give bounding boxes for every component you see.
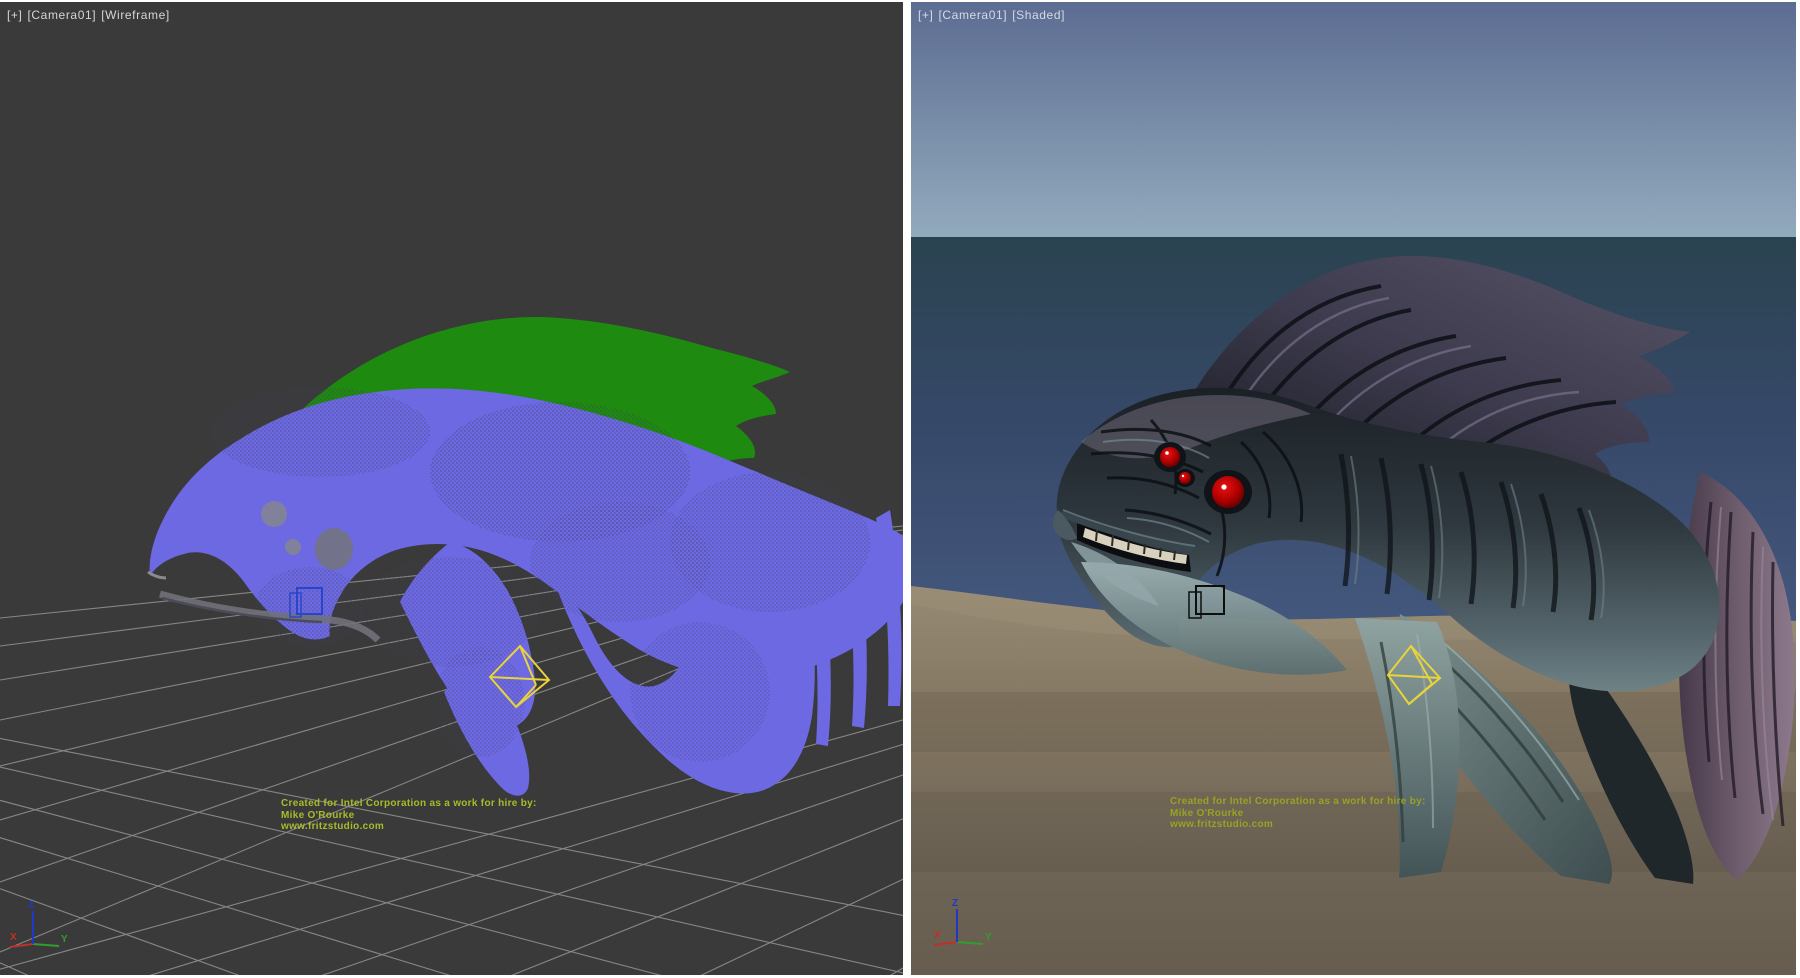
axis-y-label: Y [985,932,992,943]
viewport-menu-shading[interactable]: [Wireframe] [101,8,170,22]
scene-credit-text: Created for Intel Corporation as a work … [1170,796,1426,831]
scene-credit-text: Created for Intel Corporation as a work … [281,798,537,833]
axis-x-label: X [10,932,17,943]
viewport-label-wireframe: [+] [Camera01] [Wireframe] [7,8,175,22]
screenshot-stage: [+] [Camera01] [Wireframe] [0,0,1800,978]
viewport-shaded[interactable]: [+] [Camera01] [Shaded] [911,2,1796,975]
fish-eye-spot [261,501,287,527]
viewport-menu-pov[interactable]: [Camera01] [938,8,1007,22]
viewport-label-shaded: [+] [Camera01] [Shaded] [918,8,1070,22]
axis-y-label: Y [61,934,68,945]
viewport-menu-shading[interactable]: [Shaded] [1012,8,1065,22]
fish-eye-tiny [1179,472,1191,484]
world-axis-tripod: X Y Z [10,900,68,947]
axis-x-label: X [934,930,941,941]
fish-eye-large [1212,476,1244,508]
viewport-menu-general[interactable]: [+] [7,8,22,22]
fish-model-wireframe[interactable] [148,317,903,796]
fish-eye-small [1160,447,1180,467]
viewport-wireframe[interactable]: [+] [Camera01] [Wireframe] [0,2,903,975]
axis-z-label: Z [28,900,34,911]
viewport-menu-pov[interactable]: [Camera01] [27,8,96,22]
sky-background [911,2,1796,237]
axis-z-label: Z [952,898,958,909]
fish-eye-spot [285,539,301,555]
fish-eye-spot [315,528,353,570]
viewport-menu-general[interactable]: [+] [918,8,933,22]
